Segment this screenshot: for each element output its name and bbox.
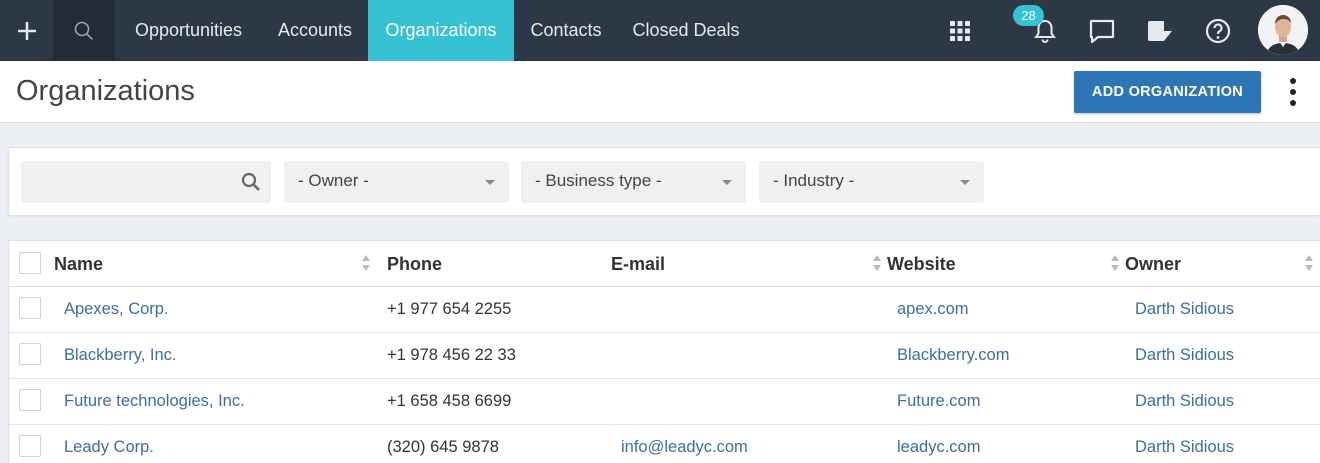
industry-select[interactable]: - Industry - xyxy=(759,161,984,203)
website-link[interactable]: leadyc.com xyxy=(897,425,980,463)
organization-name-link[interactable]: Apexes, Corp. xyxy=(64,287,169,333)
sort-icon[interactable] xyxy=(873,255,881,273)
column-header-website[interactable]: Website xyxy=(887,241,956,287)
table-row: Apexes, Corp. +1 977 654 2255 apex.com D… xyxy=(9,287,1320,333)
owner-link[interactable]: Darth Sidious xyxy=(1135,425,1234,463)
row-checkbox[interactable] xyxy=(19,435,41,457)
row-checkbox[interactable] xyxy=(19,389,41,411)
nav-item-accounts[interactable]: Accounts xyxy=(262,0,368,61)
table-row: Blackberry, Inc. +1 978 456 22 33 Blackb… xyxy=(9,333,1320,379)
chevron-down-icon xyxy=(960,180,970,185)
organization-name-link[interactable]: Future technologies, Inc. xyxy=(64,379,245,425)
search-icon[interactable] xyxy=(53,0,115,61)
website-link[interactable]: Future.com xyxy=(897,379,980,425)
apps-grid-icon[interactable] xyxy=(938,0,982,61)
owner-select-value: - Owner - xyxy=(298,171,369,190)
website-link[interactable]: apex.com xyxy=(897,287,969,333)
tag-icon[interactable] xyxy=(1138,0,1182,61)
row-checkbox[interactable] xyxy=(19,343,41,365)
nav-item-contacts[interactable]: Contacts xyxy=(514,0,618,61)
more-options-icon[interactable] xyxy=(1282,75,1304,109)
business-type-select[interactable]: - Business type - xyxy=(521,161,746,203)
top-navigation-bar: Opportunities Accounts Organizations Con… xyxy=(0,0,1320,61)
phone-cell: +1 977 654 2255 xyxy=(387,300,512,318)
organizations-table: Name Phone E-mail Website Owner Apexes, … xyxy=(8,240,1320,463)
select-all-checkbox[interactable] xyxy=(19,252,41,274)
search-field xyxy=(21,161,271,203)
owner-link[interactable]: Darth Sidious xyxy=(1135,333,1234,379)
column-header-email[interactable]: E-mail xyxy=(611,241,665,287)
nav-item-closed-deals[interactable]: Closed Deals xyxy=(618,0,754,61)
phone-cell: (320) 645 9878 xyxy=(387,438,499,456)
organization-name-link[interactable]: Leady Corp. xyxy=(64,425,154,463)
sort-icon[interactable] xyxy=(1111,255,1119,273)
table-row: Leady Corp. (320) 645 9878 info@leadyc.c… xyxy=(9,425,1320,463)
filter-panel: - Owner - - Business type - - Industry - xyxy=(8,147,1320,216)
organization-name-link[interactable]: Blackberry, Inc. xyxy=(64,333,176,379)
nav-item-opportunities[interactable]: Opportunities xyxy=(115,0,262,61)
nav-item-organizations[interactable]: Organizations xyxy=(368,0,514,61)
table-row: Future technologies, Inc. +1 658 458 669… xyxy=(9,379,1320,425)
owner-link[interactable]: Darth Sidious xyxy=(1135,379,1234,425)
plus-icon[interactable] xyxy=(0,0,53,61)
email-link[interactable]: info@leadyc.com xyxy=(621,425,748,463)
sort-icon[interactable] xyxy=(362,255,370,273)
chevron-down-icon xyxy=(722,180,732,185)
chevron-down-icon xyxy=(485,180,495,185)
website-link[interactable]: Blackberry.com xyxy=(897,333,1009,379)
owner-link[interactable]: Darth Sidious xyxy=(1135,287,1234,333)
row-checkbox[interactable] xyxy=(19,297,41,319)
avatar[interactable] xyxy=(1258,5,1308,55)
sort-icon[interactable] xyxy=(1305,255,1313,273)
page-title: Organizations xyxy=(16,75,195,107)
column-header-name[interactable]: Name xyxy=(54,241,103,287)
column-header-owner[interactable]: Owner xyxy=(1125,241,1181,287)
industry-select-value: - Industry - xyxy=(773,171,855,190)
column-header-phone: Phone xyxy=(387,254,443,274)
table-header-row: Name Phone E-mail Website Owner xyxy=(9,241,1320,287)
phone-cell: +1 978 456 22 33 xyxy=(387,346,516,364)
notification-count-badge: 28 xyxy=(1013,5,1044,26)
help-icon[interactable] xyxy=(1196,0,1240,61)
phone-cell: +1 658 458 6699 xyxy=(387,392,512,410)
page-header: Organizations ADD ORGANIZATION xyxy=(0,61,1320,123)
business-type-select-value: - Business type - xyxy=(535,171,662,190)
add-organization-button[interactable]: ADD ORGANIZATION xyxy=(1074,71,1261,113)
owner-select[interactable]: - Owner - xyxy=(284,161,509,203)
search-input[interactable] xyxy=(21,161,231,203)
search-icon[interactable] xyxy=(241,172,261,197)
chat-icon[interactable] xyxy=(1080,0,1124,61)
